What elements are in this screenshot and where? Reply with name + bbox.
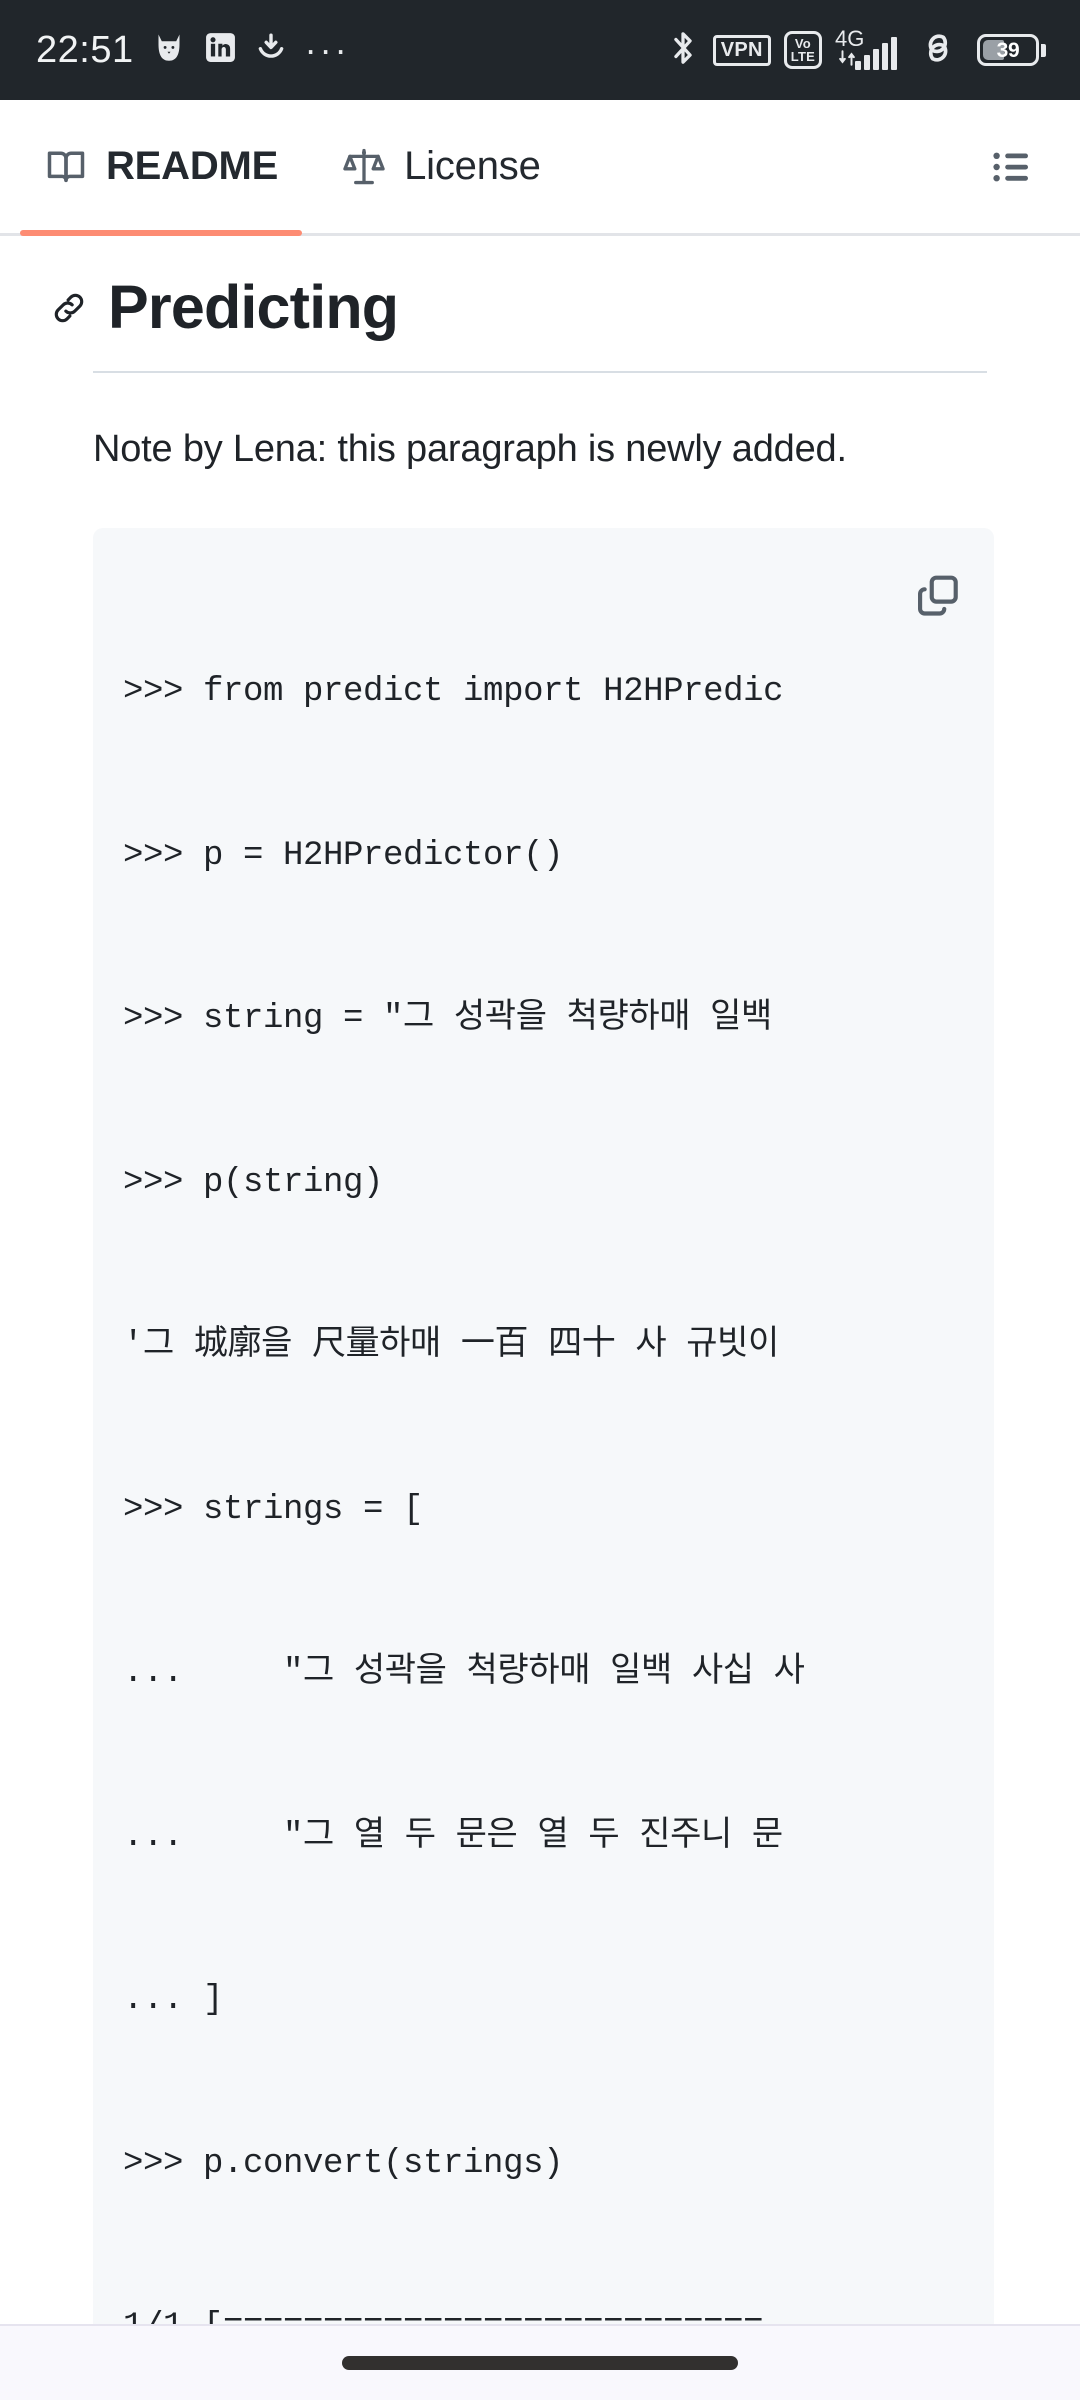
system-nav-bar xyxy=(0,2324,1080,2400)
intro-paragraph: Note by Lena: this paragraph is newly ad… xyxy=(93,428,847,471)
battery-icon: 39 xyxy=(977,34,1046,66)
status-clock: 22:51 xyxy=(36,28,134,71)
volte-bottom-label: LTE xyxy=(790,49,815,64)
tab-bar: README License xyxy=(0,100,1080,236)
tab-readme-label: README xyxy=(106,144,279,188)
code-line: '그 城廓을 尺量하매 一百 四十 사 규빗이 xyxy=(123,1327,779,1366)
title-divider xyxy=(93,371,987,374)
download-icon xyxy=(254,31,288,70)
code-line: 1/1 [=========================== xyxy=(123,2300,964,2324)
tab-readme[interactable]: README xyxy=(19,100,303,236)
status-bar-right: VPN Vo LTE 4G 39 xyxy=(666,28,1046,73)
copy-icon[interactable] xyxy=(910,568,966,624)
status-bar: 22:51 ··· VPN Vo LTE 4G 39 xyxy=(0,0,1080,100)
code-line: >>> strings = [ xyxy=(123,1490,424,1529)
status-bar-left: 22:51 ··· xyxy=(36,29,350,72)
code-line: >>> p(string) xyxy=(123,1163,384,1202)
cat-icon xyxy=(151,30,187,71)
scales-icon xyxy=(342,145,386,189)
code-line: >>> p.convert(strings) xyxy=(123,2144,564,2183)
tab-license-label: License xyxy=(404,144,541,188)
home-gesture-pill[interactable] xyxy=(342,2356,738,2370)
network-label: 4G xyxy=(835,26,865,51)
code-lines: >>> from predict import H2HPredic >>> p … xyxy=(93,556,994,2324)
battery-percent-label: 39 xyxy=(996,38,1020,62)
data-sync-icon xyxy=(918,28,958,73)
tab-license[interactable]: License xyxy=(336,100,546,233)
code-line: ... ] xyxy=(123,1981,224,2020)
battery-cap xyxy=(1041,43,1046,57)
linkedin-icon xyxy=(204,31,237,69)
readme-content: Predicting Note by Lena: this paragraph … xyxy=(0,236,1080,2324)
code-block[interactable]: >>> from predict import H2HPredic >>> p … xyxy=(93,528,994,2324)
volte-icon: Vo LTE xyxy=(783,30,822,70)
bluetooth-icon xyxy=(666,28,700,73)
code-line: >>> from predict import H2HPredic xyxy=(123,673,784,712)
code-line: ... "그 성곽을 척량하매 일백 사십 사 xyxy=(123,1654,805,1693)
page-title: Predicting xyxy=(108,273,399,341)
code-line: >>> p = H2HPredictor() xyxy=(123,836,564,875)
network-4g-icon: 4G xyxy=(835,26,897,71)
vpn-icon: VPN xyxy=(712,34,771,66)
battery-body: 39 xyxy=(977,34,1039,66)
data-arrows-icon xyxy=(838,49,856,71)
unordered-list-icon[interactable] xyxy=(978,133,1046,201)
volte-top-label: Vo xyxy=(794,35,811,51)
code-line: >>> string = "그 성곽을 척량하매 일백 xyxy=(123,1000,772,1039)
book-icon xyxy=(44,145,88,189)
heading-row: Predicting xyxy=(48,236,1032,341)
code-line: ... "그 열 두 문은 열 두 진주니 문 xyxy=(123,1817,783,1856)
more-icon: ··· xyxy=(304,29,350,71)
link-icon[interactable] xyxy=(48,287,90,329)
